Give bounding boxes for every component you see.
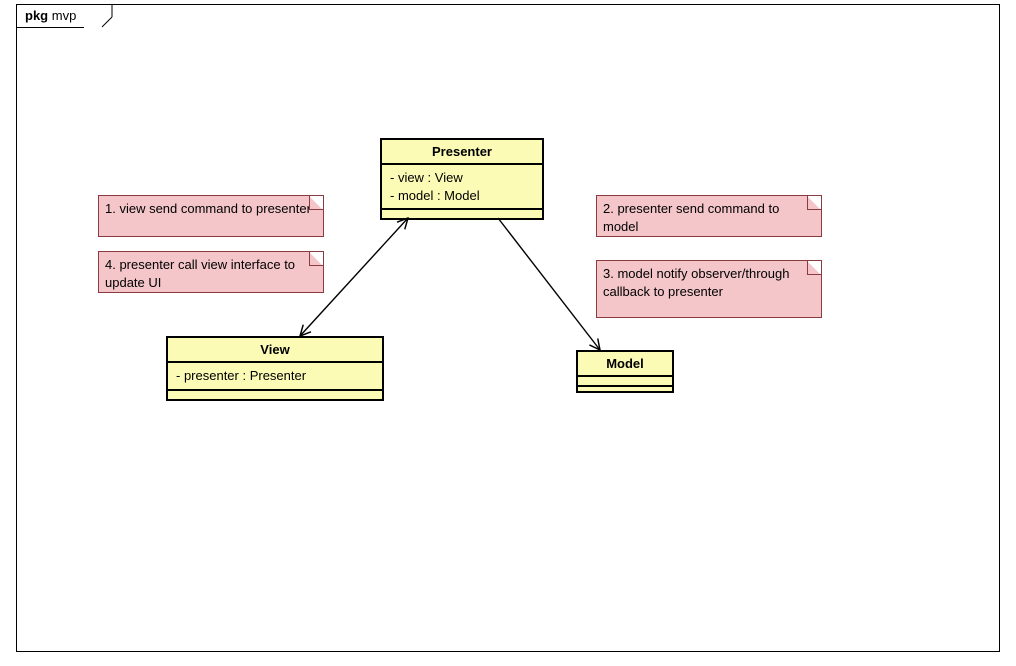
note-4: 4. presenter call view interface to upda… <box>98 251 324 293</box>
class-presenter-title: Presenter <box>382 140 542 165</box>
class-model-attrs <box>578 377 672 387</box>
note-text: 2. presenter send command to model <box>603 201 779 234</box>
class-presenter: Presenter - view : View - model : Model <box>380 138 544 220</box>
class-model-title: Model <box>578 352 672 377</box>
package-frame: pkg mvp <box>16 4 1000 652</box>
class-view-attrs: - presenter : Presenter <box>168 363 382 391</box>
class-view: View - presenter : Presenter <box>166 336 384 401</box>
class-presenter-attrs: - view : View - model : Model <box>382 165 542 210</box>
attr-line: - view : View <box>390 169 534 187</box>
note-text: 1. view send command to presenter <box>105 201 311 216</box>
package-tab: pkg mvp <box>16 4 84 28</box>
note-fold-icon <box>807 196 821 210</box>
note-1: 1. view send command to presenter <box>98 195 324 237</box>
class-model-ops <box>578 387 672 391</box>
note-fold-icon <box>309 252 323 266</box>
package-name: mvp <box>52 8 77 23</box>
diagram-canvas: pkg mvp Presenter - view : View - model … <box>0 0 1016 666</box>
attr-line: - model : Model <box>390 187 534 205</box>
note-2: 2. presenter send command to model <box>596 195 822 237</box>
note-fold-icon <box>807 261 821 275</box>
attr-line: - presenter : Presenter <box>176 367 374 385</box>
note-3: 3. model notify observer/through callbac… <box>596 260 822 318</box>
class-presenter-ops <box>382 210 542 218</box>
note-text: 4. presenter call view interface to upda… <box>105 257 295 290</box>
class-view-title: View <box>168 338 382 363</box>
note-fold-icon <box>309 196 323 210</box>
class-view-ops <box>168 391 382 399</box>
note-text: 3. model notify observer/through callbac… <box>603 266 789 299</box>
class-model: Model <box>576 350 674 393</box>
package-keyword: pkg <box>25 8 48 23</box>
